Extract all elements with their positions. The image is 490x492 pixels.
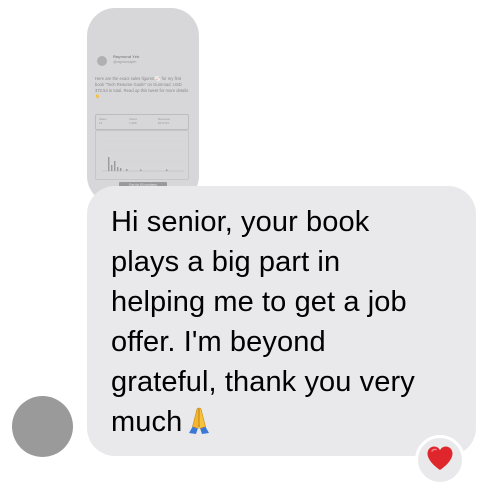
received-message-bubble[interactable]: Hi senior, your book plays a big part in… (87, 186, 476, 456)
tweet-author-name: Raymond Yeh (113, 54, 140, 59)
stat-revenue: Revenue $372.54 (158, 117, 170, 125)
tweet-stats-panel: Sales 14 Views 1,089 Revenue $372.54 (95, 114, 189, 130)
tweet-text: Here are the exact sales figures 📈 for m… (95, 76, 189, 99)
stat-value: $372.54 (158, 121, 169, 125)
tweet-author-handle: @raymondyeh (113, 60, 137, 64)
message-line: offer. I'm beyond (111, 326, 326, 358)
folded-hands-icon (184, 405, 214, 446)
tapback-reaction[interactable] (415, 435, 465, 485)
message-line: Hi senior, your book (111, 206, 370, 238)
stat-views: Views 1,089 (129, 117, 137, 125)
message-line: much (111, 406, 183, 438)
message-line: helping me to get a job (111, 286, 407, 318)
message-text: Hi senior, your book plays a big part in… (111, 202, 456, 446)
sales-chart-graphic (102, 140, 184, 172)
stat-value: 14 (99, 121, 103, 125)
message-line: plays a big part in (111, 246, 341, 278)
tweet-author-avatar (97, 56, 107, 66)
sender-avatar[interactable] (12, 396, 73, 457)
tweet-sales-chart (95, 130, 189, 180)
message-line: grateful, thank you very (111, 366, 415, 398)
message-last-line: much (111, 402, 456, 446)
message-thread: Raymond Yeh @raymondyeh Here are the exa… (0, 0, 490, 492)
stat-sales: Sales 14 (99, 117, 107, 125)
image-attachment-bubble[interactable]: Raymond Yeh @raymondyeh Here are the exa… (87, 8, 199, 204)
tweet-screenshot: Raymond Yeh @raymondyeh Here are the exa… (93, 14, 193, 198)
heart-icon (426, 445, 454, 476)
stat-value: 1,089 (129, 121, 137, 125)
tweet-header: Raymond Yeh @raymondyeh (97, 54, 189, 74)
